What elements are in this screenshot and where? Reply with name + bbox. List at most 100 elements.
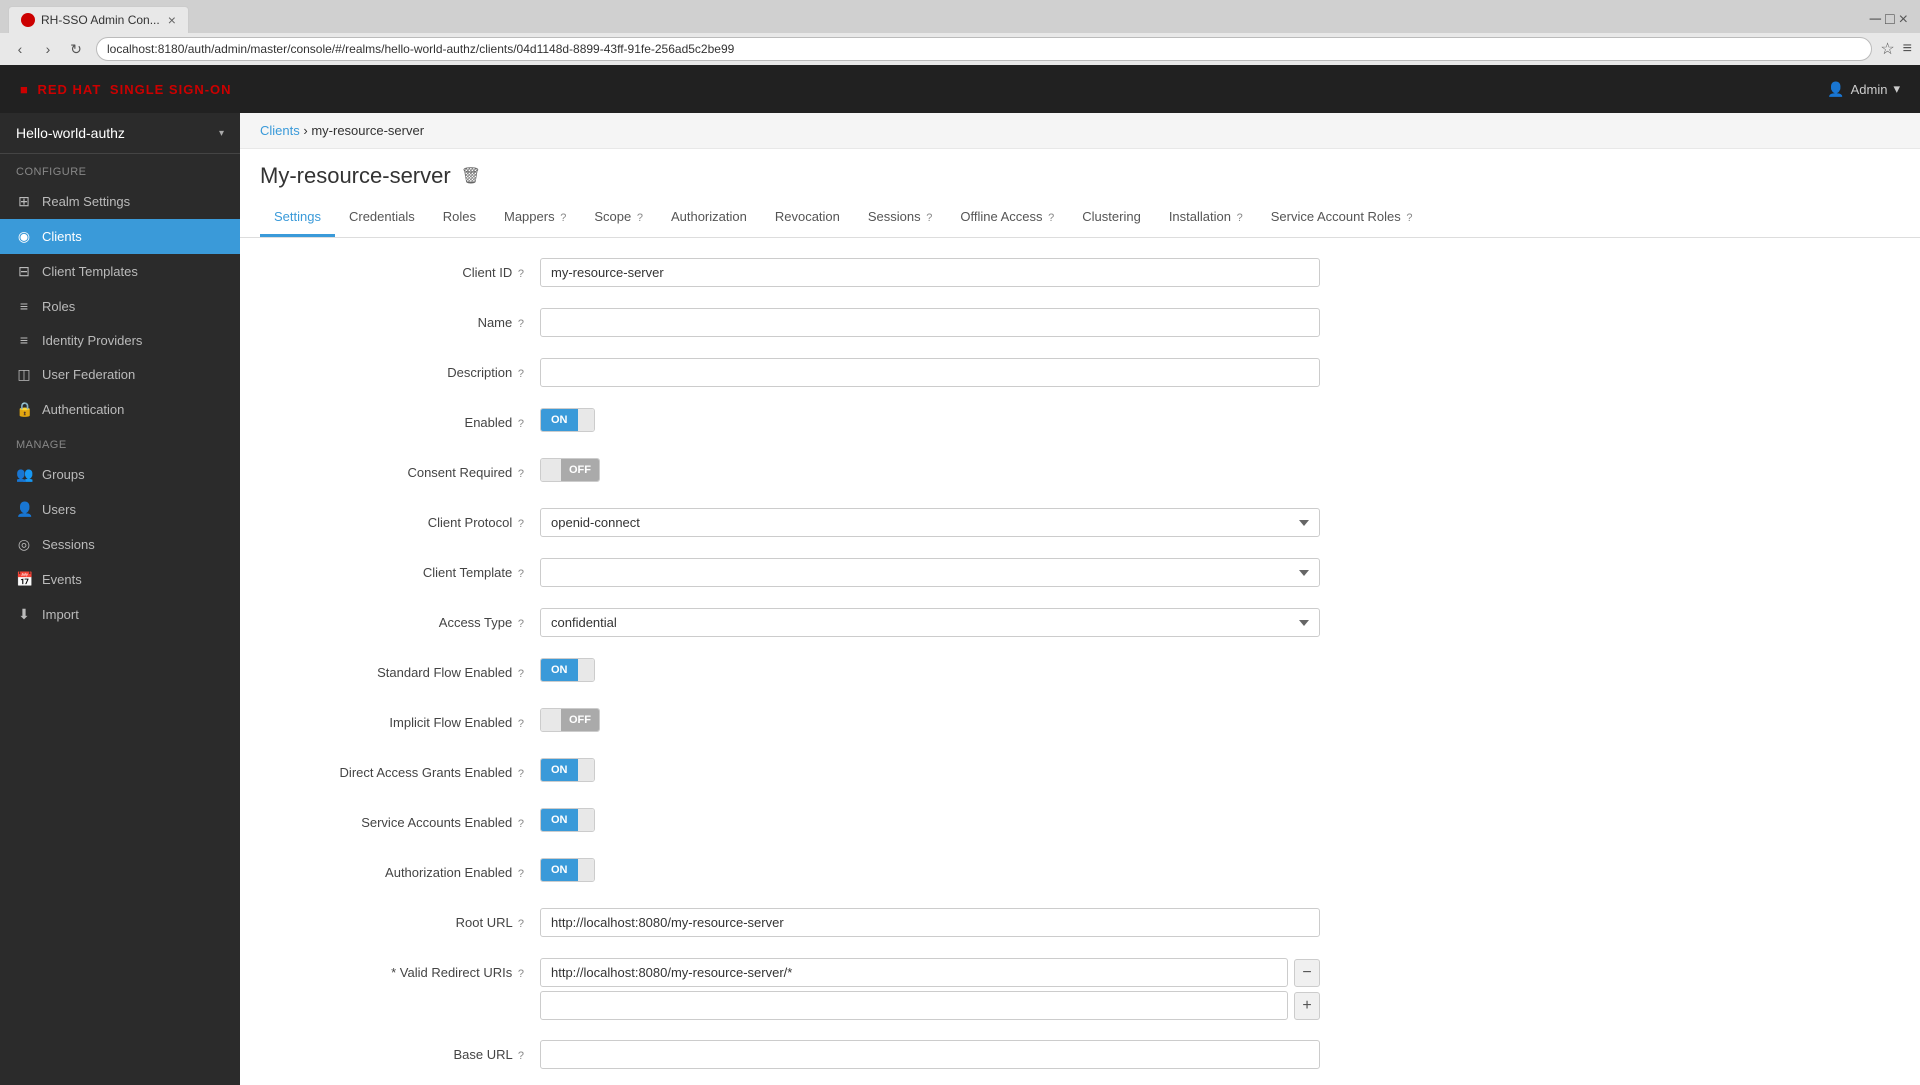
tab-clustering[interactable]: Clustering [1068, 199, 1155, 237]
consent-on[interactable] [541, 459, 561, 481]
configure-section-title: Configure [0, 154, 240, 184]
maximize-icon[interactable]: □ [1885, 11, 1895, 29]
name-input[interactable] [540, 308, 1320, 337]
minimize-icon[interactable]: ─ [1870, 11, 1881, 29]
valid-redirect-input-1[interactable] [540, 958, 1288, 987]
valid-redirect-help-icon[interactable]: ? [518, 968, 524, 980]
implicit-flow-toggle[interactable]: OFF [540, 708, 600, 732]
tab-service-account-roles[interactable]: Service Account Roles ? [1257, 199, 1427, 237]
tab-authorization[interactable]: Authorization [657, 199, 761, 237]
direct-access-off[interactable] [578, 759, 594, 781]
reload-button[interactable]: ↻ [64, 37, 88, 61]
tab-sessions[interactable]: Sessions ? [854, 199, 947, 237]
client-template-help-icon[interactable]: ? [518, 568, 524, 580]
service-accounts-help-icon[interactable]: ? [518, 818, 524, 830]
valid-redirect-remove-button[interactable]: − [1294, 959, 1320, 987]
standard-flow-help-icon[interactable]: ? [518, 668, 524, 680]
url-input[interactable] [96, 37, 1872, 61]
enabled-help-icon[interactable]: ? [518, 418, 524, 430]
sidebar-item-label: User Federation [42, 367, 135, 382]
consent-off[interactable]: OFF [561, 459, 599, 481]
authorization-enabled-on[interactable]: ON [541, 859, 578, 881]
access-type-help-icon[interactable]: ? [518, 618, 524, 630]
tab-offline-access[interactable]: Offline Access ? [946, 199, 1068, 237]
sidebar-item-sessions[interactable]: ◎ Sessions [0, 527, 240, 562]
base-url-input[interactable] [540, 1040, 1320, 1069]
delete-client-button[interactable]: 🗑 [461, 166, 481, 186]
enabled-off[interactable] [578, 409, 594, 431]
base-url-label: Base URL ? [260, 1040, 540, 1062]
valid-redirect-input-2[interactable] [540, 991, 1288, 1020]
back-button[interactable]: ‹ [8, 37, 32, 61]
tab-installation[interactable]: Installation ? [1155, 199, 1257, 237]
standard-flow-toggle[interactable]: ON [540, 658, 595, 682]
access-type-select[interactable]: confidential public bearer-only [540, 608, 1320, 637]
consent-help-icon[interactable]: ? [518, 468, 524, 480]
standard-flow-label: Standard Flow Enabled ? [260, 658, 540, 680]
direct-access-on[interactable]: ON [541, 759, 578, 781]
standard-flow-on[interactable]: ON [541, 659, 578, 681]
client-template-select[interactable] [540, 558, 1320, 587]
client-templates-icon: ⊟ [16, 263, 32, 280]
implicit-flow-help-icon[interactable]: ? [518, 718, 524, 730]
tab-settings[interactable]: Settings [260, 199, 335, 237]
bookmark-icon[interactable]: ☆ [1880, 39, 1894, 59]
client-template-control [540, 558, 1320, 587]
description-help-icon[interactable]: ? [518, 368, 524, 380]
client-protocol-help-icon[interactable]: ? [518, 518, 524, 530]
implicit-flow-off[interactable]: OFF [561, 709, 599, 731]
name-help-icon[interactable]: ? [518, 318, 524, 330]
browser-tab[interactable]: RH-SSO Admin Con... × [8, 6, 189, 33]
client-id-input[interactable] [540, 258, 1320, 287]
sidebar-item-realm-settings[interactable]: ⊞ Realm Settings [0, 184, 240, 219]
sidebar-item-user-federation[interactable]: ◫ User Federation [0, 357, 240, 392]
enabled-toggle[interactable]: ON [540, 408, 595, 432]
description-input[interactable] [540, 358, 1320, 387]
sidebar-item-roles[interactable]: ≡ Roles [0, 289, 240, 323]
service-accounts-on[interactable]: ON [541, 809, 578, 831]
access-type-label: Access Type ? [260, 608, 540, 630]
root-url-row: Root URL ? [260, 908, 1320, 942]
enabled-on[interactable]: ON [541, 409, 578, 431]
authorization-enabled-off[interactable] [578, 859, 594, 881]
sidebar-item-client-templates[interactable]: ⊟ Client Templates [0, 254, 240, 289]
sidebar-item-import[interactable]: ⬇ Import [0, 597, 240, 632]
tab-mappers[interactable]: Mappers ? [490, 199, 580, 237]
close-window-icon[interactable]: × [1899, 11, 1908, 29]
root-url-help-icon[interactable]: ? [518, 918, 524, 930]
consent-required-toggle[interactable]: OFF [540, 458, 600, 482]
authorization-enabled-help-icon[interactable]: ? [518, 868, 524, 880]
menu-icon[interactable]: ≡ [1903, 40, 1912, 58]
direct-access-help-icon[interactable]: ? [518, 768, 524, 780]
client-protocol-select[interactable]: openid-connect saml [540, 508, 1320, 537]
tab-credentials[interactable]: Credentials [335, 199, 429, 237]
direct-access-toggle[interactable]: ON [540, 758, 595, 782]
base-url-help-icon[interactable]: ? [518, 1050, 524, 1062]
sidebar-item-users[interactable]: 👤 Users [0, 492, 240, 527]
client-id-help-icon[interactable]: ? [518, 268, 524, 280]
realm-selector[interactable]: Hello-world-authz ▾ [0, 113, 240, 154]
users-icon: 👤 [16, 501, 32, 518]
access-type-control: confidential public bearer-only [540, 608, 1320, 637]
user-menu[interactable]: 👤 Admin ▾ [1827, 81, 1900, 98]
nav-buttons: ‹ › ↻ [8, 37, 88, 61]
tab-scope[interactable]: Scope ? [580, 199, 657, 237]
service-accounts-toggle[interactable]: ON [540, 808, 595, 832]
valid-redirect-add-button[interactable]: + [1294, 992, 1320, 1020]
sidebar-item-groups[interactable]: 👥 Groups [0, 457, 240, 492]
sidebar-item-events[interactable]: 📅 Events [0, 562, 240, 597]
tab-roles[interactable]: Roles [429, 199, 490, 237]
authorization-enabled-toggle[interactable]: ON [540, 858, 595, 882]
app-layout: Hello-world-authz ▾ Configure ⊞ Realm Se… [0, 113, 1920, 1085]
sidebar-item-clients[interactable]: ◉ Clients [0, 219, 240, 254]
implicit-flow-on[interactable] [541, 709, 561, 731]
breadcrumb-clients-link[interactable]: Clients [260, 123, 300, 138]
service-accounts-off[interactable] [578, 809, 594, 831]
sidebar-item-authentication[interactable]: 🔒 Authentication [0, 392, 240, 427]
forward-button[interactable]: › [36, 37, 60, 61]
standard-flow-off[interactable] [578, 659, 594, 681]
root-url-input[interactable] [540, 908, 1320, 937]
tab-revocation[interactable]: Revocation [761, 199, 854, 237]
tab-close-button[interactable]: × [168, 12, 176, 28]
sidebar-item-identity-providers[interactable]: ≡ Identity Providers [0, 323, 240, 357]
